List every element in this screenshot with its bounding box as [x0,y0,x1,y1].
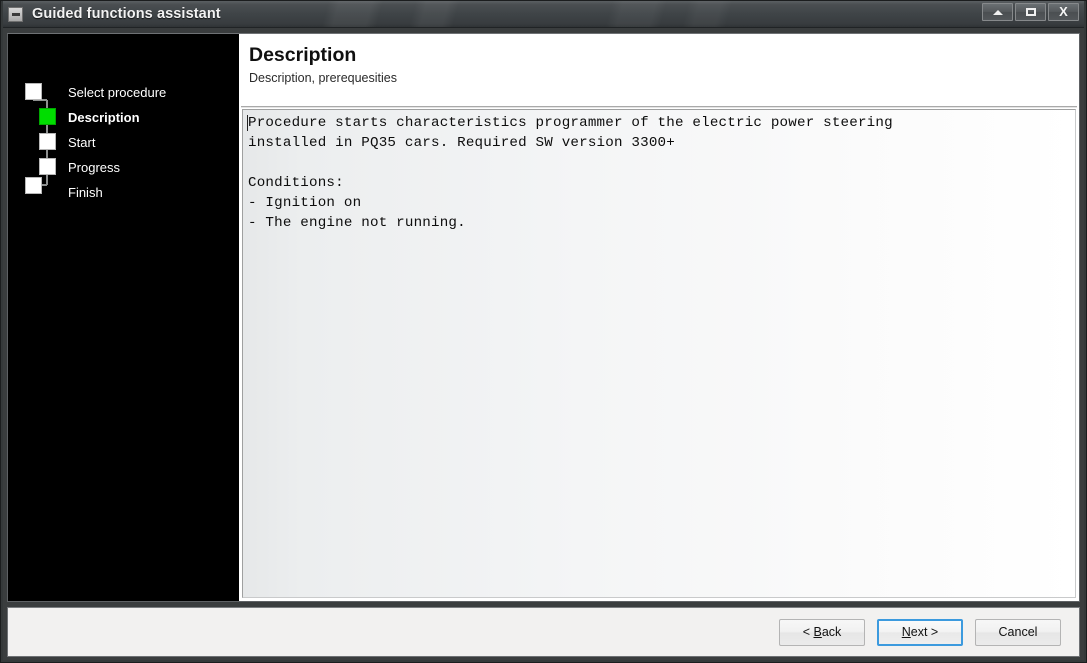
sidebar-item-start[interactable]: Start [68,132,95,152]
header-divider-light [241,107,1077,108]
maximize-button[interactable] [1015,3,1046,21]
sidebar-item-label: Select procedure [68,84,167,100]
minimize-button[interactable] [982,3,1013,21]
content-pane: Description Description, prerequesities … [239,34,1079,601]
square-icon [1025,8,1036,16]
window-menu-icon[interactable] [8,6,23,22]
sidebar-item-progress[interactable]: Progress [68,157,120,177]
sidebar-item-label: Finish [68,184,103,200]
step-marker-select-procedure[interactable] [25,83,42,100]
sidebar-item-finish[interactable]: Finish [68,182,103,202]
cancel-button-label: Cancel [998,624,1038,639]
page-subtitle: Description, prerequesities [249,71,397,86]
close-button[interactable]: X [1048,3,1079,21]
step-marker-progress[interactable] [39,158,56,175]
next-button[interactable]: Next > [877,618,963,646]
triangle-up-icon [992,9,1003,15]
page-title: Description [249,44,357,66]
back-button[interactable]: < Back [779,618,865,646]
wizard-steps-sidebar: Select procedure Description Start Progr… [8,34,239,601]
sidebar-item-label: Progress [68,159,121,175]
dialog-body: Select procedure Description Start Progr… [1,28,1086,662]
guided-functions-assistant-window: Guided functions assistant X Select proc… [0,0,1087,663]
sidebar-item-description[interactable]: Description [68,107,140,127]
sidebar-item-label: Start [68,134,96,150]
sidebar-item-label: Description [68,109,140,125]
description-text: Procedure starts characteristics program… [248,115,893,231]
back-button-label: < Back [802,624,842,639]
next-button-label: Next > [901,624,939,639]
title-bar[interactable]: Guided functions assistant X [1,1,1086,28]
window-controls: X [982,3,1079,21]
step-marker-start[interactable] [39,133,56,150]
main-split: Select procedure Description Start Progr… [7,33,1080,602]
cancel-button[interactable]: Cancel [975,618,1061,646]
dialog-footer: < Back Next > Cancel [7,607,1080,657]
step-marker-finish[interactable] [25,177,42,194]
close-icon: X [1059,3,1068,19]
step-marker-description[interactable] [39,108,56,125]
content-header: Description Description, prerequesities [239,34,1079,106]
window-title: Guided functions assistant [32,6,221,22]
description-textarea[interactable]: Procedure starts characteristics program… [242,109,1076,598]
sidebar-item-select-procedure[interactable]: Select procedure [68,82,166,102]
